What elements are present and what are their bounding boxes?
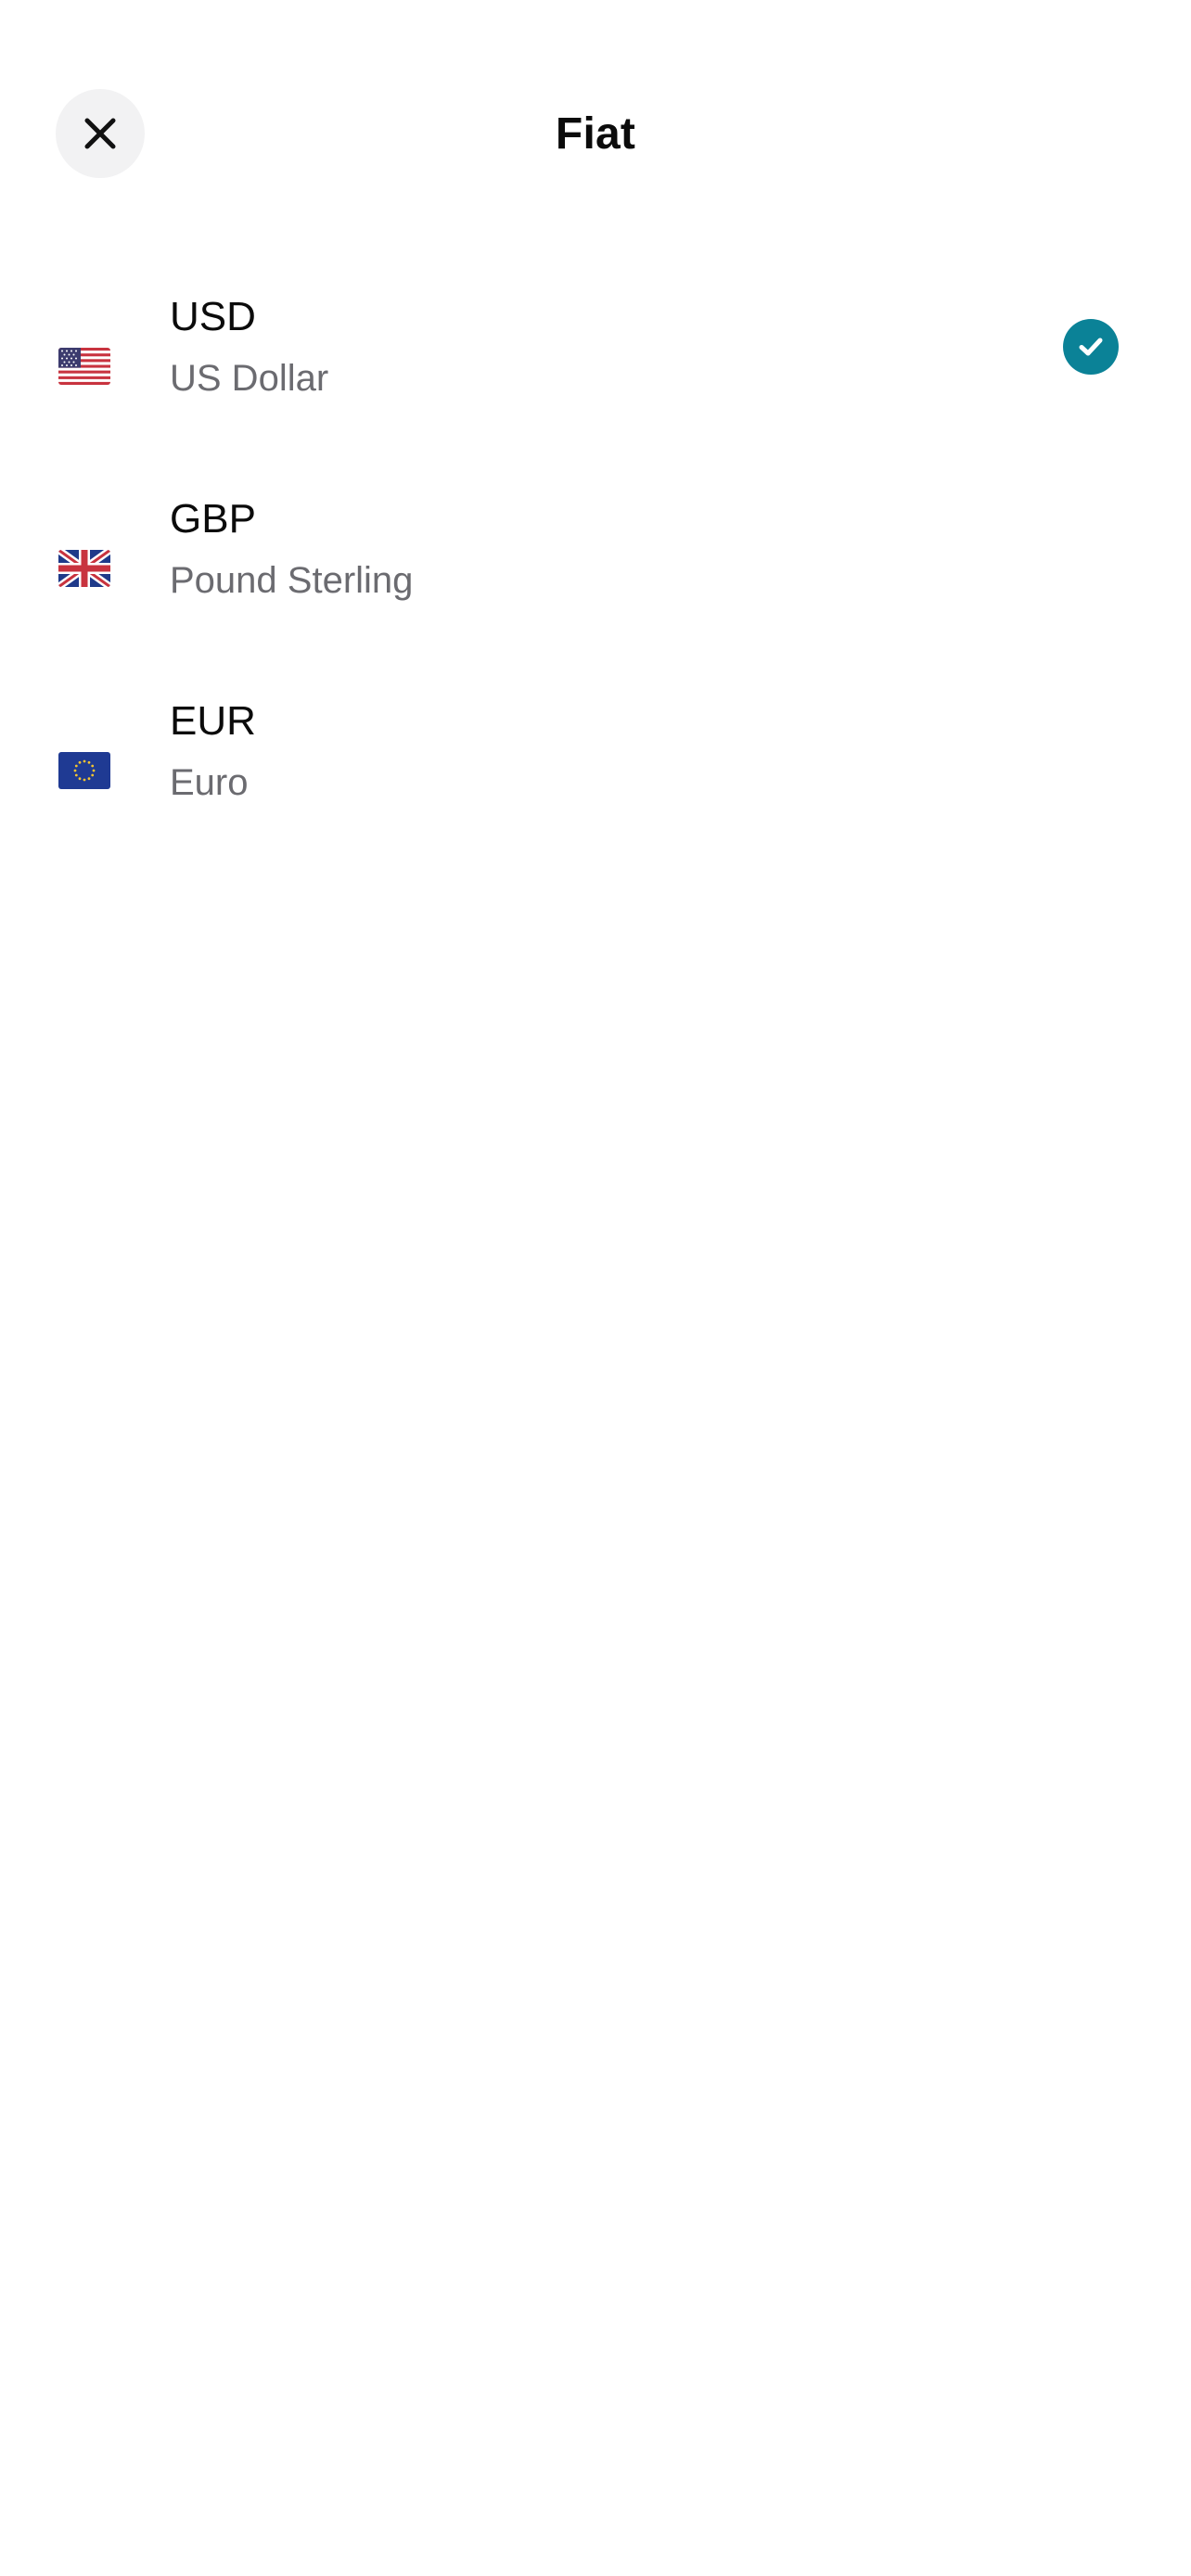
currency-text: GBP Pound Sterling xyxy=(170,491,413,606)
currency-code: USD xyxy=(170,294,256,339)
header: Fiat xyxy=(0,0,1191,269)
currency-item-usd[interactable]: USD US Dollar xyxy=(0,269,1191,471)
currency-name: US Dollar xyxy=(170,358,329,399)
page-title: Fiat xyxy=(555,109,636,159)
currency-name: Euro xyxy=(170,762,249,803)
currency-item-eur[interactable]: EUR Euro xyxy=(0,673,1191,875)
uk-flag-icon xyxy=(58,550,110,587)
currency-item-gbp[interactable]: GBP Pound Sterling xyxy=(0,471,1191,673)
us-flag-icon xyxy=(58,348,110,385)
currency-text: EUR Euro xyxy=(170,694,256,809)
currency-code: EUR xyxy=(170,698,256,744)
currency-name: Pound Sterling xyxy=(170,560,414,601)
eu-flag-icon xyxy=(58,752,110,789)
currency-picker-screen: Fiat USD US Dollar GBP Pound Sterling EU… xyxy=(0,0,1191,2576)
selected-check-icon xyxy=(1063,319,1119,375)
currency-list: USD US Dollar GBP Pound Sterling EUR Eur… xyxy=(0,269,1191,875)
currency-code: GBP xyxy=(170,496,256,542)
currency-text: USD US Dollar xyxy=(170,289,328,404)
